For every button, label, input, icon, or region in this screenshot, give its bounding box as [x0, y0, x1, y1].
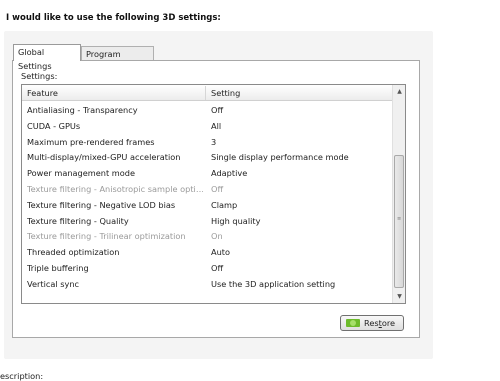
setting-row[interactable]: CUDA - GPUs All	[22, 119, 392, 133]
setting-row[interactable]: Triple buffering Off	[22, 261, 392, 275]
setting-value[interactable]: Single display performance mode	[211, 150, 349, 164]
setting-row[interactable]: Threaded optimization Auto	[22, 245, 392, 259]
settings-list: Feature Setting Antialiasing - Transpare…	[21, 84, 406, 304]
setting-row[interactable]: Antialiasing - Transparency Off	[22, 103, 392, 117]
setting-row[interactable]: Vertical sync Use the 3D application sett…	[22, 277, 392, 291]
setting-feature: CUDA - GPUs	[27, 120, 81, 131]
setting-row[interactable]: Texture filtering - Negative LOD bias Cla…	[22, 198, 392, 212]
setting-feature: Texture filtering - Quality	[27, 215, 129, 226]
setting-value[interactable]: All	[211, 119, 221, 133]
setting-feature: Antialiasing - Transparency	[27, 105, 138, 115]
setting-feature: Texture filtering - Negative LOD bias	[27, 199, 176, 210]
setting-value[interactable]: Off	[211, 182, 223, 196]
setting-row[interactable]: Texture filtering - Anisotropic sample o…	[22, 182, 392, 196]
setting-value[interactable]: On	[211, 229, 223, 243]
setting-value[interactable]: Off	[211, 103, 223, 117]
setting-feature: Maximum pre-rendered frames	[27, 136, 155, 147]
setting-value[interactable]: Use the 3D application setting	[211, 277, 335, 291]
setting-row[interactable]: Maximum pre-rendered frames 3	[22, 135, 392, 149]
scroll-thumb[interactable]: ≡	[394, 155, 404, 288]
grip-icon: ≡	[397, 216, 402, 222]
description-label: escription:	[0, 371, 44, 381]
setting-value[interactable]: Auto	[211, 245, 230, 259]
nvidia-logo-icon	[346, 319, 360, 327]
settings-label: Settings:	[21, 71, 58, 81]
tab-global-settings[interactable]: Global Settings	[13, 44, 81, 71]
vertical-scrollbar[interactable]: ▲ ≡ ▼	[392, 85, 405, 303]
setting-feature: Vertical sync	[27, 278, 80, 289]
setting-row[interactable]: Power management mode Adaptive	[22, 166, 392, 180]
column-header-feature[interactable]: Feature	[27, 88, 58, 98]
setting-feature: Texture filtering - Anisotropic sample o…	[27, 184, 203, 194]
scroll-up-arrow-icon[interactable]: ▲	[393, 85, 406, 98]
section-heading: I would like to use the following 3D set…	[6, 13, 221, 23]
setting-feature: Multi-display/mixed-GPU acceleration	[27, 152, 181, 163]
list-header: Feature Setting	[22, 85, 392, 101]
restore-label-start: Res	[364, 318, 379, 328]
setting-feature: Texture filtering - Trilinear optimizati…	[27, 231, 186, 242]
setting-value[interactable]: 3	[211, 135, 216, 149]
scroll-down-arrow-icon[interactable]: ▼	[393, 290, 406, 303]
column-header-setting[interactable]: Setting	[211, 88, 240, 98]
setting-value[interactable]: Off	[211, 261, 223, 275]
setting-row[interactable]: Multi-display/mixed-GPU acceleration Sing…	[22, 150, 392, 164]
setting-value[interactable]: High quality	[211, 214, 260, 228]
setting-feature: Threaded optimization	[27, 247, 120, 258]
setting-value[interactable]: Adaptive	[211, 166, 247, 180]
setting-row[interactable]: Texture filtering - Quality High quality	[22, 214, 392, 228]
setting-row[interactable]: Texture filtering - Trilinear optimizati…	[22, 229, 392, 243]
tab-program-settings[interactable]: Program Settings	[81, 46, 154, 73]
setting-feature: Power management mode	[27, 168, 136, 179]
setting-feature: Triple buffering	[27, 263, 89, 273]
restore-button[interactable]: Restore	[340, 315, 404, 331]
setting-value[interactable]: Clamp	[211, 198, 237, 212]
column-divider[interactable]	[205, 86, 206, 100]
restore-label-end: ore	[381, 318, 396, 328]
